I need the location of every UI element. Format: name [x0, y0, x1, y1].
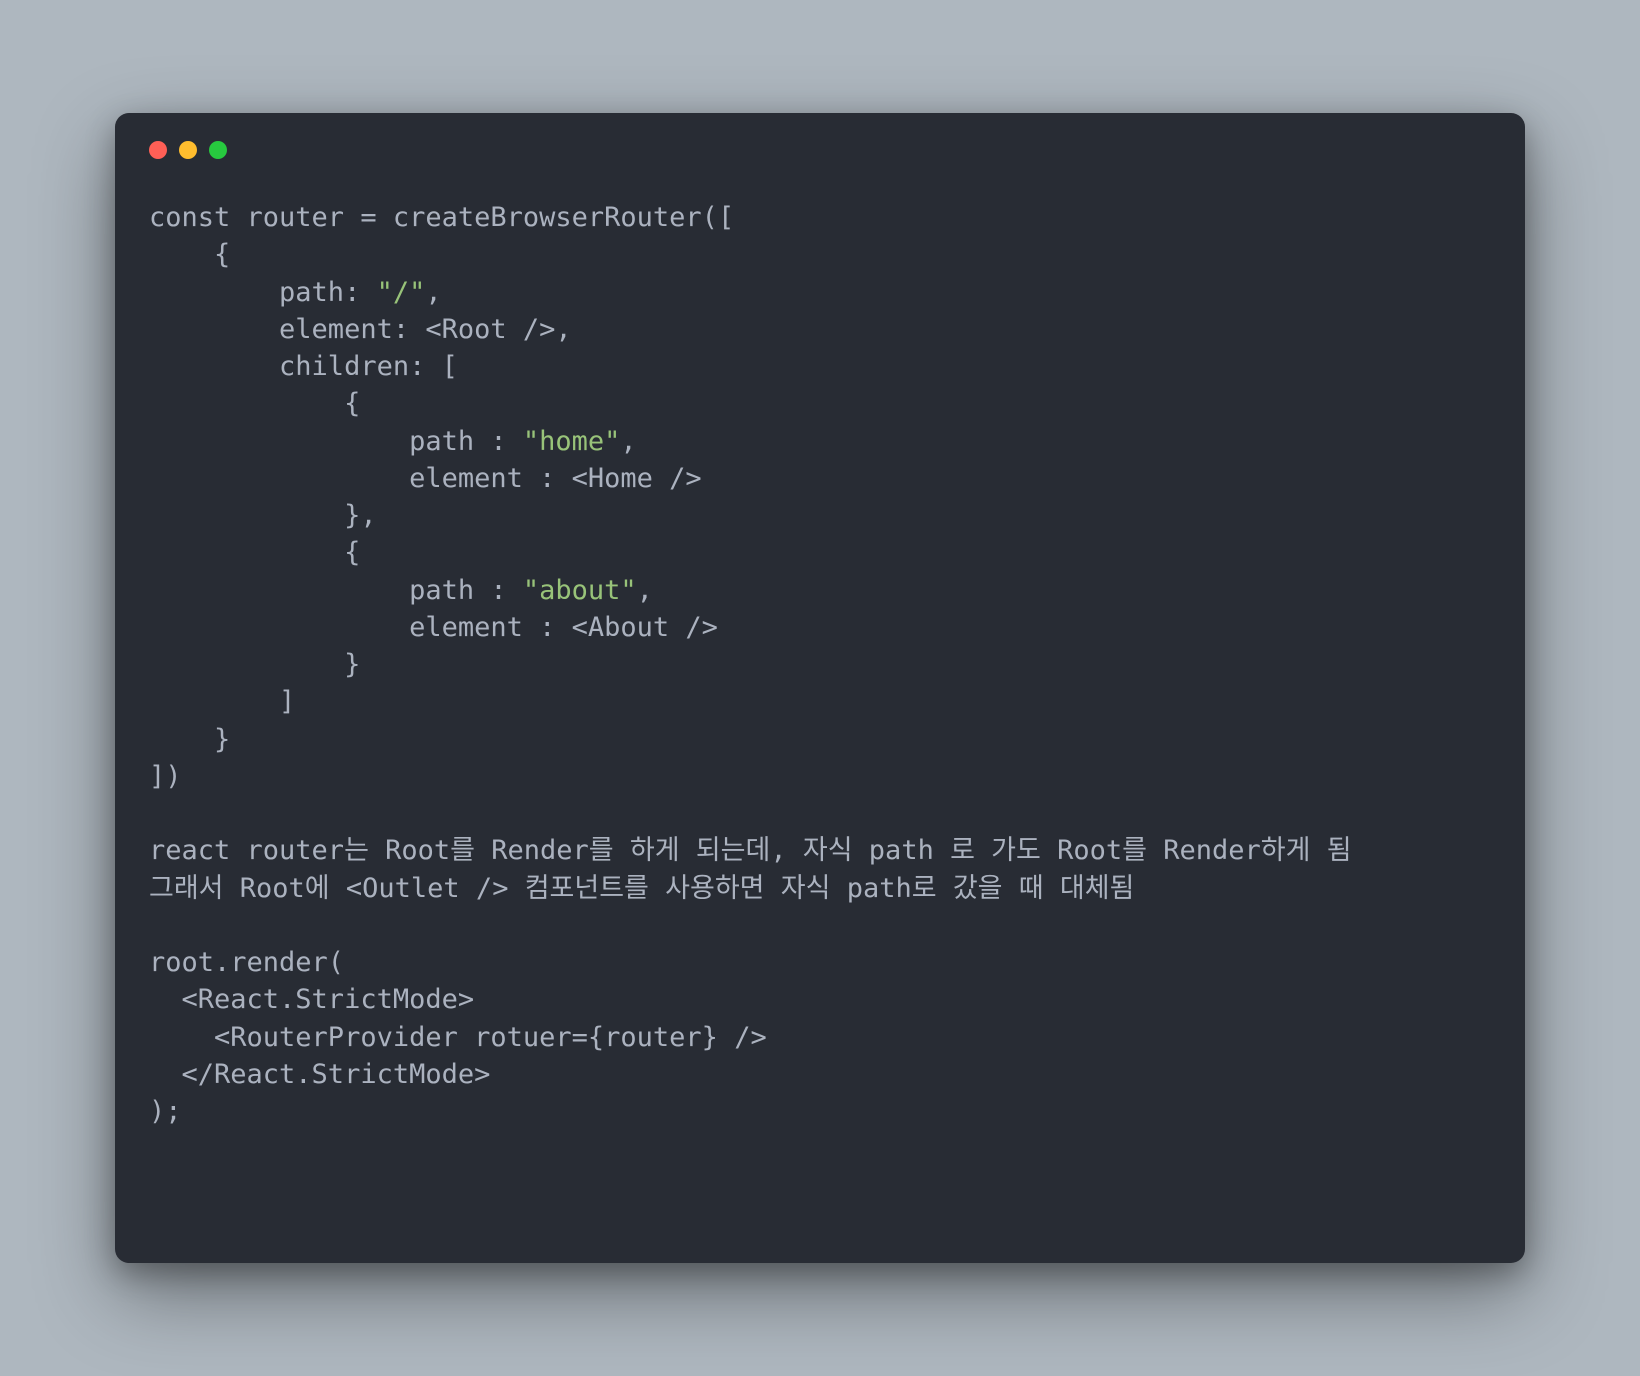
close-icon[interactable] [149, 141, 167, 159]
minimize-icon[interactable] [179, 141, 197, 159]
code-line: const router = createBrowserRouter([ [149, 202, 734, 233]
code-window: const router = createBrowserRouter([ { p… [115, 113, 1525, 1263]
code-line: react router는 Root를 Render를 하게 되는데, 자식 p… [149, 835, 1352, 866]
code-string: "home" [523, 426, 621, 457]
code-line: } [149, 724, 230, 755]
code-line: element : <Home /> [149, 463, 702, 494]
code-line: 그래서 Root에 <Outlet /> 컴포넌트를 사용하면 자식 path로… [149, 873, 1134, 904]
code-line: <RouterProvider rotuer={router} /> [149, 1022, 767, 1053]
code-line: path: [149, 277, 377, 308]
code-string: "about" [523, 575, 637, 606]
window-titlebar [149, 141, 1491, 159]
code-line: } [149, 649, 360, 680]
code-line: ); [149, 1096, 182, 1127]
code-string: "/" [377, 277, 426, 308]
maximize-icon[interactable] [209, 141, 227, 159]
code-line: path : [149, 426, 523, 457]
code-line: }, [149, 500, 377, 531]
code-line: ] [149, 686, 295, 717]
code-line: { [149, 239, 230, 270]
code-line: element: <Root />, [149, 314, 572, 345]
code-line: <React.StrictMode> [149, 984, 474, 1015]
code-line: { [149, 537, 360, 568]
code-line: { [149, 388, 360, 419]
code-line: ]) [149, 761, 182, 792]
code-line: root.render( [149, 947, 344, 978]
code-line: element : <About /> [149, 612, 718, 643]
code-line: , [637, 575, 653, 606]
code-line: children: [ [149, 351, 458, 382]
code-line: </React.StrictMode> [149, 1059, 490, 1090]
code-block: const router = createBrowserRouter([ { p… [149, 199, 1491, 1130]
code-line: path : [149, 575, 523, 606]
code-line: , [620, 426, 636, 457]
code-line: , [425, 277, 441, 308]
